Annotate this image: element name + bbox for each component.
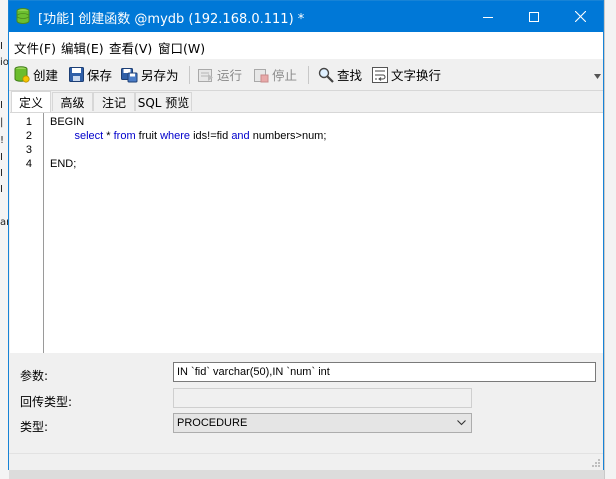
run-label: 运行 — [217, 68, 243, 83]
minimize-button[interactable] — [465, 1, 511, 32]
word-wrap-label: 文字换行 — [391, 68, 442, 83]
toolbar: 创建 保存 另存为 运行 停止 查找 文字换行 — [9, 59, 603, 91]
line-number: 4 — [25, 158, 32, 170]
save-as-button[interactable]: 另存为 — [121, 65, 179, 84]
type-select-value: PROCEDURE — [177, 417, 248, 429]
chevron-down-icon — [457, 420, 466, 426]
line-number: 1 — [25, 116, 32, 128]
stop-label: 停止 — [272, 68, 298, 83]
line-number: 2 — [25, 130, 32, 142]
toolbar-separator — [189, 66, 190, 84]
return-type-input[interactable] — [173, 388, 472, 408]
line-number-gutter: 1 2 3 4 — [10, 113, 44, 353]
params-input[interactable]: IN `fid` varchar(50),IN `num` int — [173, 362, 596, 382]
resize-grip-icon[interactable] — [591, 458, 601, 468]
tab-comment[interactable]: 注记 — [93, 92, 135, 111]
word-wrap-icon — [372, 66, 388, 83]
code-editor[interactable]: 1 2 3 4 BEGIN select * from fruit where … — [10, 112, 603, 353]
find-label: 查找 — [337, 68, 363, 83]
save-icon — [69, 67, 84, 82]
create-label: 创建 — [33, 68, 59, 83]
code-line: BEGIN — [50, 116, 84, 128]
find-button[interactable]: 查找 — [318, 65, 362, 84]
background-window-right — [604, 0, 616, 479]
status-bar — [9, 453, 603, 470]
code-text: * — [103, 130, 114, 142]
search-icon — [318, 67, 334, 83]
save-button[interactable]: 保存 — [69, 65, 112, 84]
code-text: numbers>num; — [249, 130, 327, 142]
code-keyword-begin: BEGIN — [50, 116, 85, 128]
menu-view[interactable]: 查看(V) — [109, 38, 152, 57]
type-label: 类型: — [20, 420, 49, 434]
close-button[interactable] — [557, 1, 603, 32]
code-line: END; — [50, 158, 76, 170]
menu-bar: 文件(F) 编辑(E) 查看(V) 窗口(W) — [9, 32, 603, 59]
function-properties-form: 参数: IN `fid` varchar(50),IN `num` int 回传… — [9, 353, 603, 448]
title-bar[interactable]: [功能] 创建函数 @mydb (192.168.0.111) * — [9, 1, 603, 32]
save-as-label: 另存为 — [141, 68, 179, 83]
params-label: 参数: — [20, 369, 49, 383]
minimize-icon — [483, 16, 493, 18]
save-as-icon — [121, 67, 138, 82]
tab-strip: 定义 高级 注记 SQL 预览 — [9, 91, 603, 112]
toolbar-overflow-icon[interactable] — [594, 74, 601, 79]
code-text: fruit — [135, 130, 161, 142]
create-function-window: [功能] 创建函数 @mydb (192.168.0.111) * 文件(F) … — [8, 0, 604, 470]
menu-window[interactable]: 窗口(W) — [158, 38, 205, 57]
code-keyword: select — [74, 130, 104, 142]
code-keyword: where — [160, 130, 191, 142]
tab-definition[interactable]: 定义 — [11, 91, 51, 112]
code-keyword: and — [231, 130, 250, 142]
line-number: 3 — [25, 144, 32, 156]
code-text: ids!=fid — [190, 130, 232, 142]
create-button[interactable]: 创建 — [14, 65, 58, 84]
return-type-label: 回传类型: — [20, 395, 73, 409]
run-icon — [198, 68, 213, 82]
code-keyword: from — [113, 130, 136, 142]
create-icon — [14, 66, 30, 83]
code-line: select * from fruit where ids!=fid and n… — [50, 130, 326, 142]
maximize-icon — [529, 11, 539, 22]
menu-edit[interactable]: 编辑(E) — [61, 38, 104, 57]
maximize-button[interactable] — [511, 1, 557, 32]
stop-button[interactable]: 停止 — [254, 65, 297, 84]
type-select[interactable]: PROCEDURE — [173, 413, 472, 433]
tab-sql-preview[interactable]: SQL 预览 — [135, 92, 192, 111]
tab-advanced[interactable]: 高级 — [52, 92, 93, 111]
menu-file[interactable]: 文件(F) — [14, 38, 56, 57]
window-title: [功能] 创建函数 @mydb (192.168.0.111) * — [38, 12, 305, 27]
close-icon — [574, 11, 586, 22]
word-wrap-button[interactable]: 文字换行 — [372, 65, 441, 84]
database-icon — [16, 8, 30, 24]
toolbar-separator — [308, 66, 309, 84]
save-label: 保存 — [87, 68, 113, 83]
stop-icon — [254, 68, 269, 82]
code-keyword-end: END; — [50, 158, 77, 170]
run-button[interactable]: 运行 — [198, 65, 242, 84]
